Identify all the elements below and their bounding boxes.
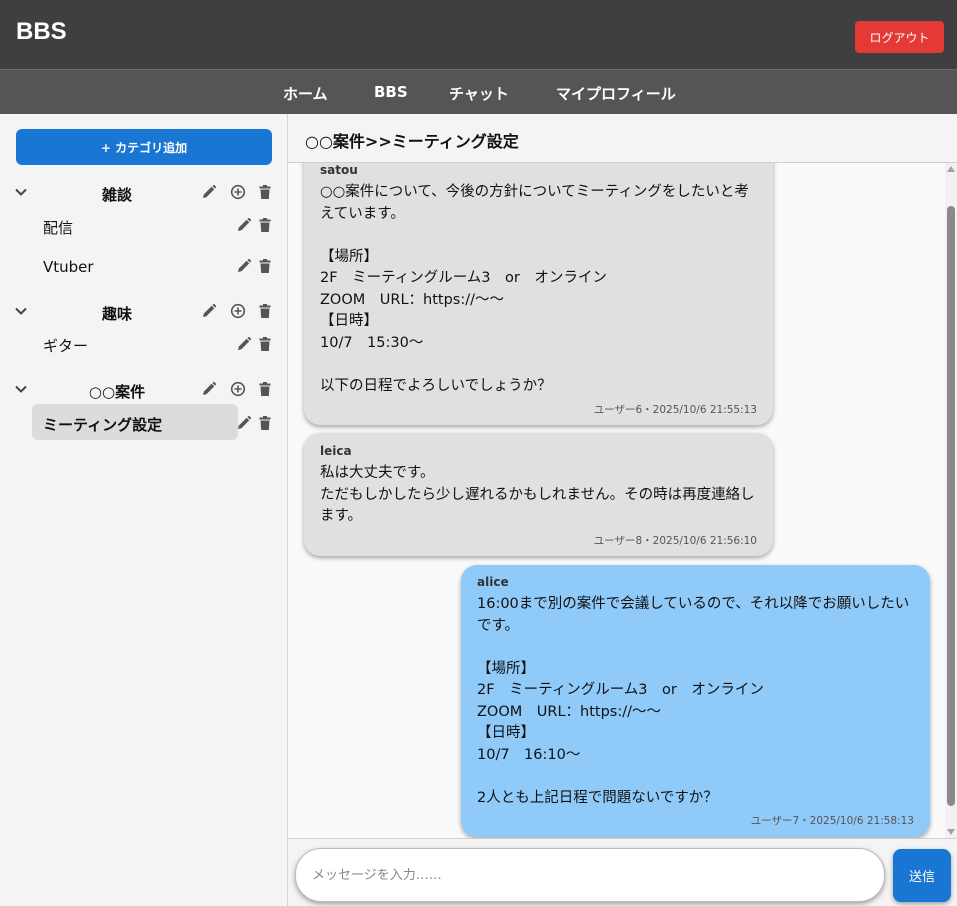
pencil-icon[interactable] [236, 258, 252, 274]
subcategory-label-active[interactable]: ミーティング設定 [43, 414, 162, 435]
trash-icon[interactable] [257, 415, 273, 431]
pencil-icon[interactable] [236, 336, 252, 352]
scrollbar-thumb[interactable] [947, 206, 955, 806]
trash-icon[interactable] [257, 381, 273, 397]
pencil-icon[interactable] [236, 217, 252, 233]
nav-bbs[interactable]: BBS [374, 83, 408, 101]
app-header: BBS ログアウト [0, 0, 957, 69]
chevron-down-icon[interactable] [14, 382, 28, 396]
message-author: satou [320, 163, 358, 177]
add-category-button[interactable]: + カテゴリ追加 [16, 129, 272, 165]
category-label[interactable]: 趣味 [57, 303, 177, 324]
app-title[interactable]: BBS [16, 18, 67, 46]
message-bubble: leica 私は大丈夫です。 ただもしかしたら少し遅れるかもしれません。その時は… [304, 433, 773, 556]
pencil-icon[interactable] [236, 415, 252, 431]
subcategory-label[interactable]: 配信 [43, 217, 73, 238]
trash-icon[interactable] [257, 217, 273, 233]
message-meta: ユーザー7・2025/10/6 21:58:13 [750, 815, 914, 827]
trash-icon[interactable] [257, 303, 273, 319]
logout-button[interactable]: ログアウト [855, 21, 944, 53]
category-label[interactable]: ○○案件 [57, 381, 177, 402]
pencil-icon[interactable] [201, 184, 217, 200]
message-bubble: satou ○○案件について、今後の方針についてミーティングをしたいと考えていま… [304, 163, 773, 425]
message-bubble-mine: alice 16:00まで別の案件で会議しているので、それ以降でお願いしたいです… [461, 565, 930, 837]
chevron-down-icon[interactable] [14, 185, 28, 199]
plus-circle-icon[interactable] [230, 184, 246, 200]
subcategory-label[interactable]: ギター [43, 335, 88, 356]
plus-circle-icon[interactable] [230, 303, 246, 319]
scroll-up-arrow-icon[interactable] [947, 166, 955, 172]
message-input[interactable] [295, 848, 885, 902]
thread-header: ○○案件>>ミーティング設定 [288, 114, 957, 163]
nav-home[interactable]: ホーム [283, 83, 328, 104]
pencil-icon[interactable] [201, 303, 217, 319]
subcategory-label[interactable]: Vtuber [43, 258, 94, 276]
plus-circle-icon[interactable] [230, 381, 246, 397]
nav-chat[interactable]: チャット [449, 83, 509, 104]
thread-title: ○○案件>>ミーティング設定 [305, 132, 519, 151]
message-text: 私は大丈夫です。 ただもしかしたら少し遅れるかもしれません。その時は再度連絡しま… [320, 465, 755, 524]
message-author: alice [477, 575, 509, 589]
message-text: ○○案件について、今後の方針についてミーティングをしたいと考えています。 【場所… [320, 184, 749, 394]
message-composer: 送信 [288, 838, 957, 906]
send-button[interactable]: 送信 [893, 849, 951, 902]
trash-icon[interactable] [257, 336, 273, 352]
scroll-down-arrow-icon[interactable] [947, 829, 955, 835]
message-text: 16:00まで別の案件で会議しているので、それ以降でお願いしたいです。 【場所】… [477, 596, 910, 806]
category-label[interactable]: 雑談 [57, 184, 177, 205]
message-author: leica [320, 444, 352, 458]
trash-icon[interactable] [257, 184, 273, 200]
message-meta: ユーザー6・2025/10/6 21:55:13 [593, 404, 757, 416]
trash-icon[interactable] [257, 258, 273, 274]
pencil-icon[interactable] [201, 381, 217, 397]
nav-my-profile[interactable]: マイプロフィール [556, 83, 676, 104]
message-list[interactable]: satou ○○案件について、今後の方針についてミーティングをしたいと考えていま… [288, 163, 957, 838]
thread-panel: ○○案件>>ミーティング設定 satou ○○案件について、今後の方針についてミ… [288, 114, 957, 906]
message-meta: ユーザー8・2025/10/6 21:56:10 [593, 535, 757, 547]
chevron-down-icon[interactable] [14, 304, 28, 318]
main-nav: ホーム BBS チャット マイプロフィール [0, 69, 957, 114]
category-sidebar: + カテゴリ追加 雑談 配信 Vtuber 趣味 ギター ○○案件 ミーティング… [0, 114, 288, 906]
